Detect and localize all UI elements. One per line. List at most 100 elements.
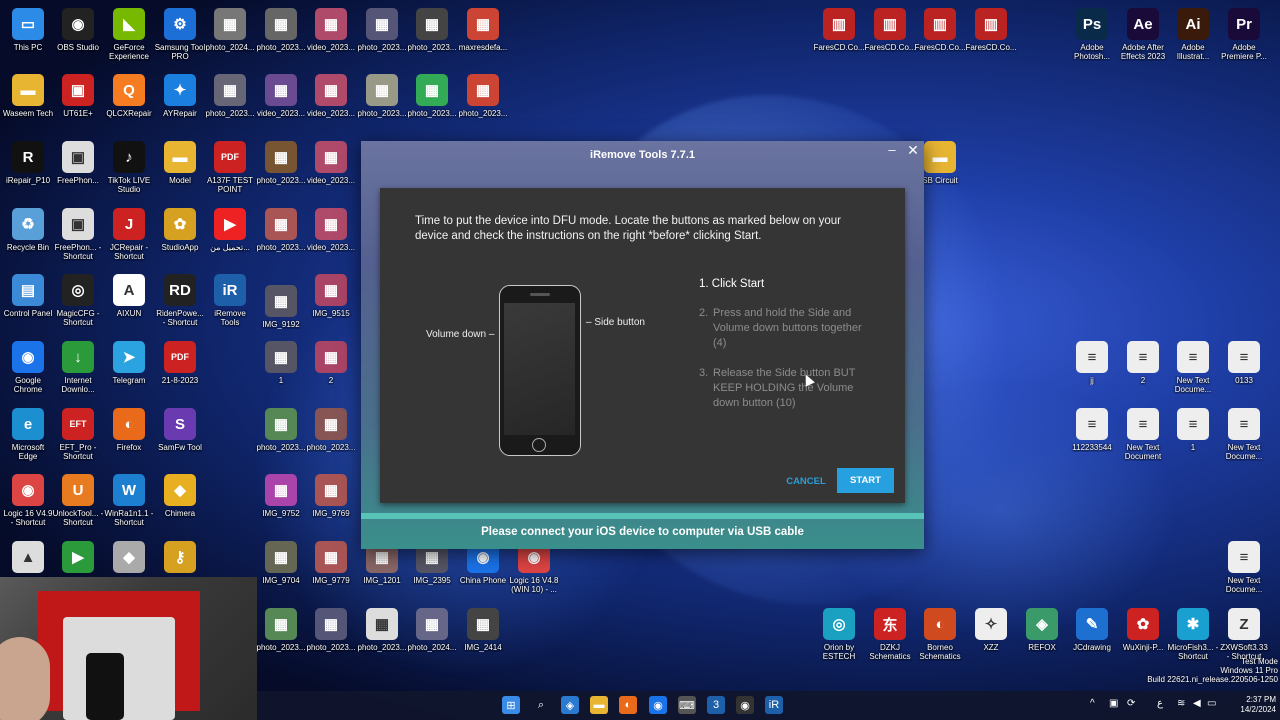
keyboard-icon[interactable]: ⌨ xyxy=(678,696,696,714)
desktop-icon[interactable]: ▦ photo_2023... xyxy=(356,8,408,52)
desktop-icon[interactable]: ▦ video_2023... xyxy=(305,8,357,52)
desktop-icon[interactable]: ▦ photo_2024... xyxy=(204,8,256,52)
desktop-icon[interactable]: ♻ Recycle Bin xyxy=(2,208,54,252)
desktop-icon[interactable]: Ai Adobe Illustrat... xyxy=(1167,8,1219,61)
desktop-icon[interactable]: ✧ XZZ xyxy=(965,608,1017,652)
desktop-icon[interactable]: ▦ photo_2023... xyxy=(255,208,307,252)
desktop-icon[interactable]: Z ZXWSoft3.33 - Shortcut xyxy=(1218,608,1270,661)
desktop-icon[interactable]: ▦ photo_2023... xyxy=(255,608,307,652)
desktop-icon[interactable]: ▦ maxresdefa... xyxy=(457,8,509,52)
desktop-icon[interactable]: PDF A137F TEST POINT xyxy=(204,141,256,194)
desktop-icon[interactable]: ≡ 2 xyxy=(1117,341,1169,385)
desktop-icon[interactable]: ▦ 1 xyxy=(255,341,307,385)
volume-icon[interactable]: ◀ xyxy=(1193,698,1201,709)
desktop-icon[interactable]: ▦ IMG_9515 xyxy=(305,274,357,318)
desktop-icon[interactable]: ▦ IMG_9779 xyxy=(305,541,357,585)
widgets-icon[interactable]: ◈ xyxy=(561,696,579,714)
desktop-icon[interactable]: A AIXUN xyxy=(103,274,155,318)
tray-app-icon[interactable]: ▣ xyxy=(1109,698,1118,709)
desktop-icon[interactable]: ▦ photo_2023... xyxy=(356,608,408,652)
desktop-icon[interactable]: ▦ photo_2023... xyxy=(406,74,458,118)
file-explorer-icon[interactable]: ▬ xyxy=(590,696,608,714)
obs-icon[interactable]: ◉ xyxy=(736,696,754,714)
search-icon[interactable]: ⌕ xyxy=(532,696,550,714)
desktop-icon[interactable]: ▥ FaresCD.Co... xyxy=(864,8,916,52)
desktop-icon[interactable]: ▦ photo_2023... xyxy=(305,408,357,452)
desktop-icon[interactable]: ▦ IMG_9752 xyxy=(255,474,307,518)
desktop-icon[interactable]: ≡ 0133 xyxy=(1218,341,1270,385)
desktop-icon[interactable]: ≡ New Text Document xyxy=(1117,408,1169,461)
desktop-icon[interactable]: ◈ REFOX xyxy=(1016,608,1068,652)
desktop-icon[interactable]: ▦ photo_2023... xyxy=(204,74,256,118)
minimize-button[interactable]: – xyxy=(885,142,899,158)
desktop-icon[interactable]: ✱ MicroFish3... - Shortcut xyxy=(1167,608,1219,661)
desktop-icon[interactable]: ≡ New Text Docume... xyxy=(1218,541,1270,594)
desktop-icon[interactable]: ▦ IMG_9704 xyxy=(255,541,307,585)
language-indicator[interactable]: ع xyxy=(1157,698,1163,709)
desktop-icon[interactable]: U UnlockTool... - Shortcut xyxy=(52,474,104,527)
tray-update-icon[interactable]: ⟳ xyxy=(1127,698,1135,709)
desktop-icon[interactable]: ♪ TikTok LIVE Studio xyxy=(103,141,155,194)
iremove-tools-icon[interactable]: iR xyxy=(765,696,783,714)
desktop-icon[interactable]: ◣ GeForce Experience xyxy=(103,8,155,61)
desktop-icon[interactable]: ◐ Firefox xyxy=(103,408,155,452)
desktop-icon[interactable]: iR iRemove Tools xyxy=(204,274,256,327)
desktop-icon[interactable]: ▣ UT61E+ xyxy=(52,74,104,118)
desktop-icon[interactable]: ▦ IMG_9769 xyxy=(305,474,357,518)
desktop-icon[interactable]: ▬ Model xyxy=(154,141,206,185)
start-icon[interactable]: ⊞ xyxy=(502,696,520,714)
desktop-icon[interactable]: ➤ Telegram xyxy=(103,341,155,385)
desktop-icon[interactable]: RD RidenPowe... - Shortcut xyxy=(154,274,206,327)
desktop-icon[interactable]: ≡ 112233544 xyxy=(1066,408,1118,452)
desktop-icon[interactable]: ▦ video_2023... xyxy=(305,74,357,118)
desktop-icon[interactable]: ✿ StudioApp xyxy=(154,208,206,252)
desktop-icon[interactable]: ≡ New Text Docume... xyxy=(1218,408,1270,461)
desktop-icon[interactable]: ✎ JCdrawing xyxy=(1066,608,1118,652)
desktop-icon[interactable]: ▦ video_2023... xyxy=(305,208,357,252)
desktop-icon[interactable]: ▦ photo_2023... xyxy=(255,141,307,185)
desktop-icon[interactable]: Ps Adobe Photosh... xyxy=(1066,8,1118,61)
desktop-icon[interactable]: EFT EFT_Pro - Shortcut xyxy=(52,408,104,461)
desktop-icon[interactable]: ▣ FreePhon... xyxy=(52,141,104,185)
desktop-icon[interactable]: ✿ WuXinji-P... xyxy=(1117,608,1169,652)
desktop-icon[interactable]: Pr Adobe Premiere P... xyxy=(1218,8,1270,61)
desktop-icon[interactable]: ▦ photo_2023... xyxy=(406,8,458,52)
desktop-icon[interactable]: ◐ Borneo Schematics xyxy=(914,608,966,661)
desktop-icon[interactable]: ▥ FaresCD.Co... xyxy=(965,8,1017,52)
desktop-icon[interactable]: ▦ 2 xyxy=(305,341,357,385)
desktop-icon[interactable]: W WinRa1n1.1 - Shortcut xyxy=(103,474,155,527)
desktop-icon[interactable]: ▶ تحميل من... xyxy=(204,208,256,252)
desktop-icon[interactable]: ▦ IMG_2414 xyxy=(457,608,509,652)
desktop-icon[interactable]: Ae Adobe After Effects 2023 xyxy=(1117,8,1169,61)
desktop-icon[interactable]: ▦ photo_2023... xyxy=(356,74,408,118)
desktop-icon[interactable]: ◉ Google Chrome xyxy=(2,341,54,394)
desktop-icon[interactable]: e Microsoft Edge xyxy=(2,408,54,461)
desktop-icon[interactable]: Q QLCXRepair xyxy=(103,74,155,118)
desktop-icon[interactable]: ▦ video_2023... xyxy=(255,74,307,118)
desktop-icon[interactable]: ◎ Orion by ESTECH xyxy=(813,608,865,661)
desktop-icon[interactable]: ▭ This PC xyxy=(2,8,54,52)
desktop-icon[interactable]: ◉ Logic 16 V4.9 - Shortcut xyxy=(2,474,54,527)
firefox-icon[interactable]: ◐ xyxy=(619,696,637,714)
desktop-icon[interactable]: ▦ photo_2023... xyxy=(457,74,509,118)
chrome-icon[interactable]: ◉ xyxy=(649,696,667,714)
desktop-icon[interactable]: J JCRepair - Shortcut xyxy=(103,208,155,261)
desktop-icon[interactable]: ▣ FreePhon... - Shortcut xyxy=(52,208,104,261)
desktop-icon[interactable]: ↓ Internet Downlo... xyxy=(52,341,104,394)
desktop-icon[interactable]: ▦ IMG_9192 xyxy=(255,285,307,329)
wifi-icon[interactable]: ≋ xyxy=(1177,698,1185,709)
tray-chevron-icon[interactable]: ^ xyxy=(1090,698,1095,709)
desktop-icon[interactable]: S SamFw Tool xyxy=(154,408,206,452)
desktop-icon[interactable]: ◉ OBS Studio xyxy=(52,8,104,52)
clock[interactable]: 2:37 PM 14/2/2024 xyxy=(1216,695,1276,715)
desktop-icon[interactable]: ▤ Control Panel xyxy=(2,274,54,318)
desktop-icon[interactable]: ≡ New Text Docume... xyxy=(1167,341,1219,394)
desktop-icon[interactable]: ▥ FaresCD.Co... xyxy=(914,8,966,52)
desktop-icon[interactable]: ▦ photo_2024... xyxy=(406,608,458,652)
close-button[interactable]: ✕ xyxy=(906,142,920,158)
desktop-icon[interactable]: ≡ jj xyxy=(1066,341,1118,385)
start-button[interactable]: START xyxy=(837,468,894,493)
desktop-icon[interactable]: ▥ FaresCD.Co... xyxy=(813,8,865,52)
desktop-icon[interactable]: ⚙ Samsung Tool PRO xyxy=(154,8,206,61)
desktop-icon[interactable]: 东 DZKJ Schematics xyxy=(864,608,916,661)
